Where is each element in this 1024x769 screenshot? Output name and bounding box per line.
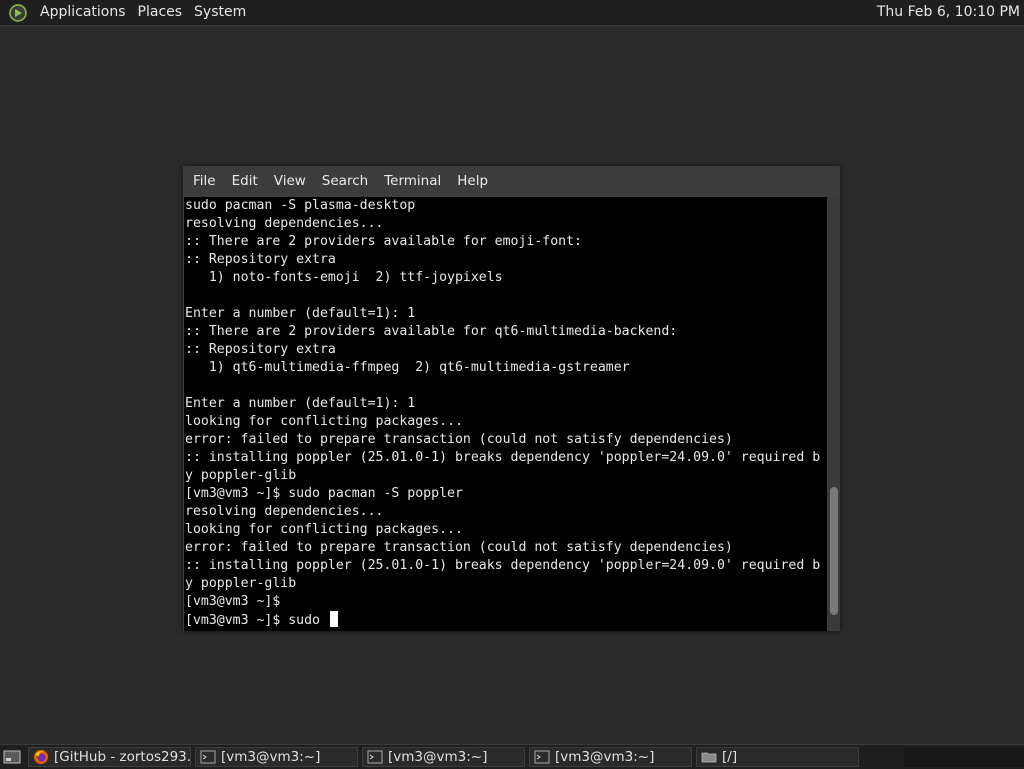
terminal-line: :: Repository extra [185,342,336,357]
terminal-line: :: There are 2 providers available for e… [185,234,582,249]
task-label: [/] [722,749,738,765]
terminal-line: Enter a number (default=1): 1 [185,396,416,411]
terminal-window: File Edit View Search Terminal Help sudo… [183,166,840,631]
terminal-line: :: There are 2 providers available for q… [185,324,678,339]
terminal-line: looking for conflicting packages... [185,414,463,429]
terminal-prompt-text: [vm3@vm3 ~]$ sudo [185,613,328,628]
terminal-line: y poppler-glib [185,468,297,483]
menu-view[interactable]: View [266,166,314,196]
system-tray [904,747,1024,767]
menu-edit[interactable]: Edit [224,166,266,196]
terminal-icon [534,749,550,765]
bottom-taskbar: [GitHub - zortos293... [vm3@vm3:~] [vm3@… [0,744,1024,769]
task-label: [vm3@vm3:~] [388,749,488,765]
menu-terminal[interactable]: Terminal [376,166,449,196]
terminal-scrollbar[interactable] [828,197,840,631]
system-menu[interactable]: System [188,0,252,25]
folder-icon [701,749,717,765]
terminal-menubar: File Edit View Search Terminal Help [183,166,840,196]
terminal-line: 1) qt6-multimedia-ffmpeg 2) qt6-multimed… [185,360,630,375]
places-menu[interactable]: Places [132,0,189,25]
terminal-line: sudo pacman -S plasma-desktop [185,198,416,213]
terminal-line: Enter a number (default=1): 1 [185,306,416,321]
terminal-line: resolving dependencies... [185,216,384,231]
terminal-line: :: installing poppler (25.01.0-1) breaks… [185,450,821,465]
terminal-line: 1) noto-fonts-emoji 2) ttf-joypixels [185,270,503,285]
menu-help[interactable]: Help [449,166,496,196]
terminal-line: looking for conflicting packages... [185,522,463,537]
task-label: [GitHub - zortos293... [54,749,191,765]
top-panel: Applications Places System Thu Feb 6, 10… [0,0,1024,26]
terminal-output[interactable]: sudo pacman -S plasma-desktop resolving … [184,197,827,631]
terminal-line: y poppler-glib [185,576,297,591]
firefox-icon [33,749,49,765]
show-desktop-icon[interactable] [0,745,24,769]
task-terminal[interactable]: [vm3@vm3:~] [362,747,525,767]
task-label: [vm3@vm3:~] [221,749,321,765]
menu-file[interactable]: File [185,166,224,196]
terminal-line: resolving dependencies... [185,504,384,519]
terminal-line: :: installing poppler (25.01.0-1) breaks… [185,558,821,573]
terminal-icon [200,749,216,765]
task-firefox[interactable]: [GitHub - zortos293... [28,747,191,767]
task-file-manager[interactable]: [/] [696,747,859,767]
terminal-line: error: failed to prepare transaction (co… [185,432,733,447]
clock[interactable]: Thu Feb 6, 10:10 PM [877,0,1020,25]
terminal-icon [367,749,383,765]
menu-search[interactable]: Search [314,166,376,196]
text-cursor [329,611,338,627]
task-terminal[interactable]: [vm3@vm3:~] [529,747,692,767]
terminal-line: :: Repository extra [185,252,336,267]
applications-menu[interactable]: Applications [34,0,132,25]
task-terminal[interactable]: [vm3@vm3:~] [195,747,358,767]
terminal-prompt-line[interactable]: [vm3@vm3 ~]$ sudo [184,611,827,629]
task-label: [vm3@vm3:~] [555,749,655,765]
terminal-line: error: failed to prepare transaction (co… [185,540,733,555]
distro-logo-icon[interactable] [8,3,28,23]
terminal-line: [vm3@vm3 ~]$ [185,594,281,609]
scrollbar-thumb[interactable] [830,487,838,615]
terminal-line: [vm3@vm3 ~]$ sudo pacman -S poppler [185,486,463,501]
